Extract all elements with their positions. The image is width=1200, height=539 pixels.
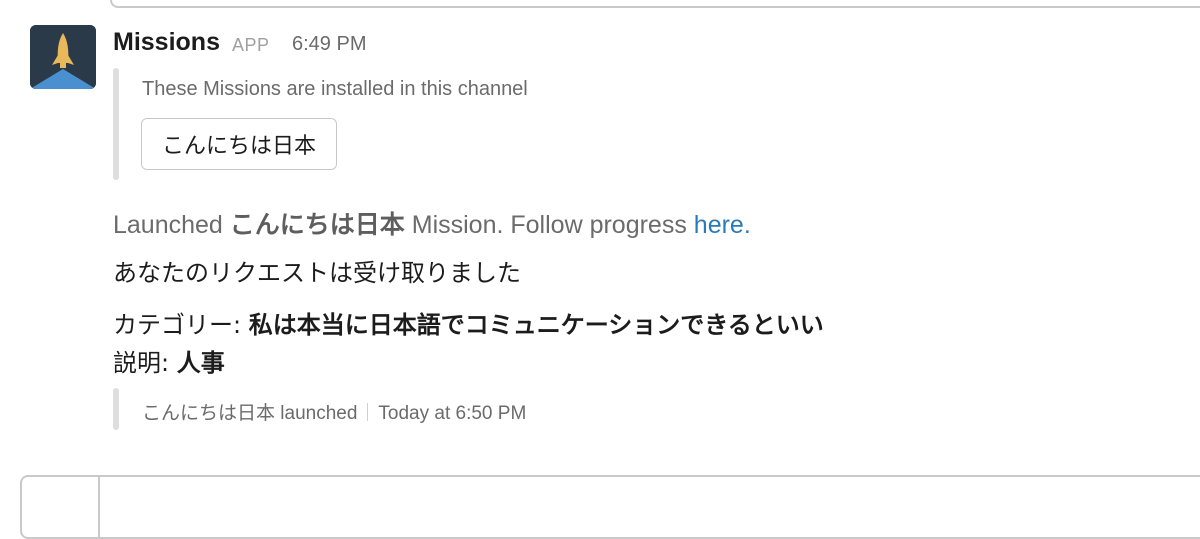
attachment-bar: [113, 68, 119, 180]
description-line: 説明: 人事: [113, 343, 225, 378]
request-text: あなたのリクエストは受け取りました: [113, 259, 521, 287]
message-composer[interactable]: [20, 475, 1200, 539]
footer-source: こんにちは日本 launched: [142, 403, 358, 424]
progress-link[interactable]: here.: [694, 211, 751, 239]
app-badge: APP: [232, 35, 270, 55]
footer-separator: [367, 403, 369, 421]
category-label: カテゴリー:: [113, 311, 242, 339]
attachment-text: These Missions are installed in this cha…: [142, 78, 528, 100]
description-value: 人事: [176, 349, 225, 377]
category-line: カテゴリー: 私は本当に日本語でコミュニケーションできるといい: [113, 305, 824, 340]
message-time[interactable]: 6:49 PM: [292, 33, 366, 56]
rocket-icon: [30, 25, 96, 89]
mission-button[interactable]: こんにちは日本: [141, 118, 338, 170]
message-item: Missions APP 6:49 PM These Missions are …: [0, 18, 1200, 448]
previous-composer-edge: [110, 0, 1200, 8]
attachment-footer: こんにちは日本 launched Today at 6:50 PM: [142, 398, 526, 425]
description-label: 説明:: [113, 349, 170, 377]
launched-middle: Mission. Follow progress: [411, 211, 687, 239]
category-value: 私は本当に日本語でコミュニケーションできるといい: [248, 311, 824, 339]
footer-bar: [113, 388, 119, 430]
launched-prefix: Launched: [113, 211, 223, 239]
launched-mission-name: こんにちは日本: [229, 210, 405, 239]
avatar[interactable]: [30, 25, 96, 89]
launched-line: Launched こんにちは日本 Mission. Follow progres…: [113, 205, 751, 241]
sender-name[interactable]: Missions: [113, 28, 220, 57]
footer-timestamp[interactable]: Today at 6:50 PM: [378, 403, 526, 424]
composer-divider: [98, 477, 100, 537]
